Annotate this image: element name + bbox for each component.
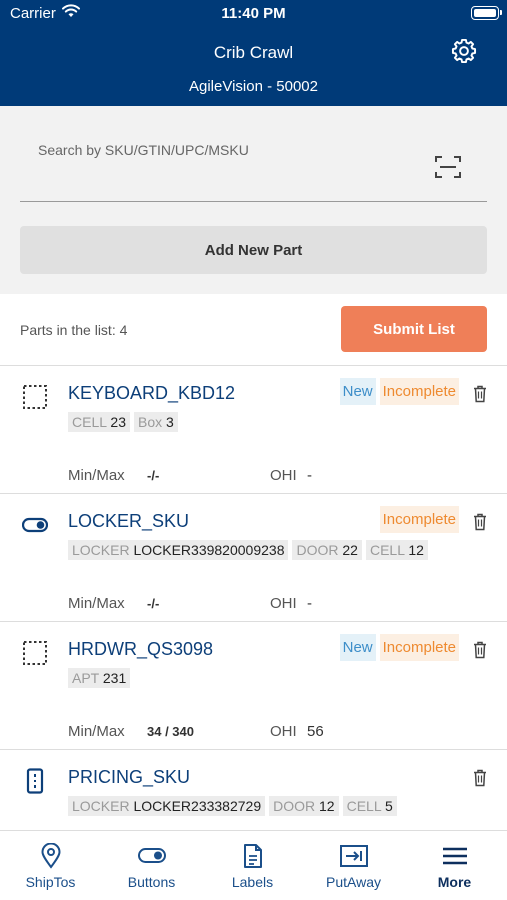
list-item[interactable]: LOCKER_SKU Incomplete LOCKER LOCKER33982…	[0, 494, 507, 622]
location-tags: LOCKER LOCKER339820009238 DOOR 22 CELL 1…	[68, 540, 428, 560]
tab-bar: ShipTos Buttons Labels PutAway More	[0, 830, 507, 900]
location-tag: DOOR 12	[269, 796, 339, 816]
new-badge: New	[339, 634, 376, 661]
status-bar: Carrier 11:40 PM	[0, 0, 507, 28]
tab-shiptos[interactable]: ShipTos	[0, 831, 101, 900]
ohi-value: -	[307, 595, 312, 612]
part-name[interactable]: PRICING_SKU	[68, 767, 190, 788]
app-header: Carrier 11:40 PM Crib Crawl AgileVision …	[0, 0, 507, 106]
menu-icon	[442, 847, 467, 865]
location-tag: DOOR 22	[292, 540, 362, 560]
ohi-label: OHI	[270, 723, 297, 740]
page-title: Crib Crawl	[213, 43, 294, 62]
new-badge: New	[339, 378, 376, 405]
tab-label: ShipTos	[25, 874, 76, 890]
location-tags: CELL 23 Box 3	[68, 412, 178, 432]
location-tags: APT 231	[68, 668, 131, 688]
toggle-icon	[137, 848, 166, 863]
list-header: Parts in the list: 4 Submit List	[0, 294, 507, 366]
clock: 11:40 PM	[221, 5, 286, 22]
minmax-label: Min/Max	[68, 723, 125, 740]
search-input[interactable]	[38, 142, 418, 158]
vending-machine-icon	[26, 768, 44, 794]
location-tag: CELL 12	[365, 540, 428, 560]
badges: Incomplete	[379, 506, 459, 533]
ohi-value: -	[307, 467, 312, 484]
location-tag: CELL 5	[342, 796, 397, 816]
part-name[interactable]: LOCKER_SKU	[68, 511, 189, 532]
page-subtitle: AgileVision - 50002	[189, 78, 318, 95]
search-box	[20, 126, 487, 202]
badges: New Incomplete	[339, 378, 459, 405]
minmax-label: Min/Max	[68, 595, 125, 612]
ohi-label: OHI	[270, 467, 297, 484]
submit-list-button[interactable]: Submit List	[341, 306, 487, 352]
trash-icon[interactable]	[473, 769, 487, 787]
dotted-square-icon	[23, 641, 47, 665]
incomplete-badge: Incomplete	[379, 634, 459, 661]
tab-putaway[interactable]: PutAway	[303, 831, 404, 900]
incomplete-badge: Incomplete	[379, 506, 459, 533]
trash-icon[interactable]	[473, 641, 487, 659]
location-tag: APT 231	[68, 668, 131, 688]
part-name[interactable]: HRDWR_QS3098	[68, 639, 213, 660]
search-section: Add New Part	[0, 106, 507, 294]
ohi-value: 56	[307, 723, 324, 740]
list-item[interactable]: HRDWR_QS3098 New Incomplete APT 231 Min/…	[0, 622, 507, 750]
location-tag: LOCKER LOCKER233382729	[68, 796, 266, 816]
tab-buttons[interactable]: Buttons	[101, 831, 202, 900]
tab-label: PutAway	[326, 874, 381, 890]
location-tags: LOCKER LOCKER233382729 DOOR 12 CELL 5	[68, 796, 397, 816]
trash-icon[interactable]	[473, 513, 487, 531]
barcode-scan-icon[interactable]	[435, 155, 461, 179]
part-name[interactable]: KEYBOARD_KBD12	[68, 383, 235, 404]
minmax-value: -/-	[147, 596, 160, 611]
minmax-value: 34 / 340	[147, 724, 194, 739]
tab-labels[interactable]: Labels	[202, 831, 303, 900]
minmax-value: -/-	[147, 468, 160, 483]
tab-label: More	[437, 874, 472, 890]
tab-label: Buttons	[127, 874, 176, 890]
incomplete-badge: Incomplete	[379, 378, 459, 405]
battery-icon	[471, 6, 502, 20]
parts-count: Parts in the list: 4	[20, 322, 128, 338]
location-pin-icon	[40, 843, 61, 869]
tab-more[interactable]: More	[404, 831, 505, 900]
tab-label: Labels	[231, 874, 274, 890]
gear-icon[interactable]	[451, 38, 477, 64]
list-item[interactable]: PRICING_SKU LOCKER LOCKER233382729 DOOR …	[0, 750, 507, 830]
badges: New Incomplete	[339, 634, 459, 661]
toggle-icon	[22, 517, 48, 533]
document-icon	[243, 844, 262, 868]
location-tag: Box 3	[133, 412, 178, 432]
list-item[interactable]: KEYBOARD_KBD12 New Incomplete CELL 23 Bo…	[0, 366, 507, 494]
ohi-label: OHI	[270, 595, 297, 612]
dotted-square-icon	[23, 385, 47, 409]
location-tag: CELL 23	[68, 412, 130, 432]
minmax-label: Min/Max	[68, 467, 125, 484]
location-tag: LOCKER LOCKER339820009238	[68, 540, 289, 560]
add-new-part-button[interactable]: Add New Part	[20, 226, 487, 274]
trash-icon[interactable]	[473, 385, 487, 403]
putaway-icon	[339, 845, 368, 867]
